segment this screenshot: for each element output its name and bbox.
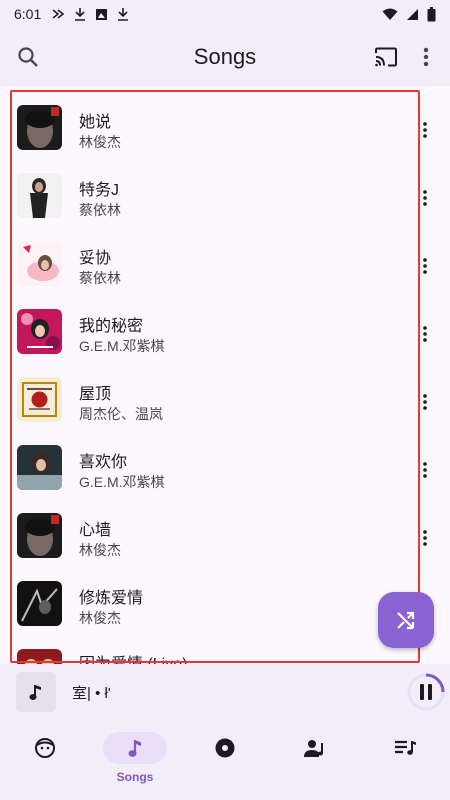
song-artist: G.E.M.邓紫棋	[79, 338, 165, 354]
song-more-button[interactable]	[416, 322, 434, 346]
song-more-button[interactable]	[416, 254, 434, 278]
nav-item-for-you[interactable]	[13, 732, 77, 788]
music-note-icon	[29, 685, 41, 700]
song-artist: 林俊杰	[79, 134, 121, 150]
more-vert-icon	[423, 122, 427, 138]
song-title: 屋顶	[79, 386, 112, 403]
pause-icon	[407, 673, 445, 711]
download-icon-2	[118, 8, 129, 21]
album-art	[17, 649, 62, 664]
nav-item-playlists[interactable]	[373, 732, 437, 788]
nav-label-songs: Songs	[116, 770, 154, 784]
top-app-bar: Songs	[0, 28, 450, 86]
nav-item-albums[interactable]	[193, 732, 257, 788]
cast-icon	[375, 47, 397, 67]
search-button[interactable]	[8, 37, 48, 77]
song-row[interactable]: 妥协 蔡依林	[0, 230, 450, 298]
download-icon	[75, 8, 86, 21]
face-icon	[35, 738, 55, 758]
mini-player-title: 室| • ł'	[72, 685, 111, 702]
bottom-navigation: Songs	[0, 720, 450, 800]
image-icon	[96, 8, 108, 20]
more-vert-icon	[423, 462, 427, 478]
cast-status-icon	[52, 9, 65, 19]
playlist-icon	[395, 740, 416, 755]
song-row[interactable]: 喜欢你 G.E.M.邓紫棋	[0, 434, 450, 502]
mini-player-art	[16, 672, 56, 712]
more-vert-icon	[423, 47, 429, 67]
album-art	[17, 581, 62, 626]
shuffle-button[interactable]	[378, 592, 434, 648]
song-more-button[interactable]	[416, 118, 434, 142]
song-row[interactable]: 她说 林俊杰	[0, 94, 450, 162]
music-note-icon	[128, 740, 141, 757]
more-vert-icon	[423, 394, 427, 410]
song-list[interactable]: 她说 林俊杰 特务J 蔡依林 妥协 蔡依林 我的秘密 G.E.M.邓紫棋 屋顶 …	[0, 86, 450, 664]
album-art	[17, 309, 62, 354]
notification-icons	[51, 7, 129, 21]
more-vert-icon	[423, 326, 427, 342]
song-title: 她说	[79, 114, 112, 131]
song-title: 因为爱情 (Live)	[79, 650, 187, 664]
song-artist: 周杰伦、温岚	[79, 406, 163, 422]
artist-icon	[304, 740, 323, 757]
album-art	[17, 445, 62, 490]
nav-item-artists[interactable]	[283, 732, 347, 788]
song-title: 心墙	[79, 522, 112, 539]
shuffle-icon	[397, 611, 415, 630]
search-icon	[18, 47, 38, 67]
battery-icon	[427, 6, 436, 21]
song-row[interactable]: 屋顶 周杰伦、温岚	[0, 366, 450, 434]
album-art	[17, 513, 62, 558]
song-artist: 蔡依林	[79, 270, 121, 286]
pause-button[interactable]	[406, 672, 446, 712]
song-title: 修炼爱情	[79, 590, 144, 607]
album-art	[17, 377, 62, 422]
album-art	[17, 105, 62, 150]
nav-item-songs[interactable]: Songs	[103, 732, 167, 788]
song-title: 我的秘密	[79, 318, 144, 335]
more-vert-icon	[423, 258, 427, 274]
status-time: 6:01	[14, 6, 42, 22]
song-title: 妥协	[79, 250, 112, 267]
song-title: 喜欢你	[79, 454, 128, 471]
song-row[interactable]: 特务J 蔡依林	[0, 162, 450, 230]
cast-button[interactable]	[366, 37, 406, 77]
song-artist: 林俊杰	[79, 542, 121, 558]
song-artist: 蔡依林	[79, 202, 121, 218]
album-art	[17, 173, 62, 218]
song-artist: 林俊杰	[79, 610, 121, 626]
more-vert-icon	[423, 190, 427, 206]
song-row[interactable]: 心墙 林俊杰	[0, 502, 450, 570]
song-more-button[interactable]	[416, 458, 434, 482]
status-bar: 6:01	[0, 0, 450, 28]
wifi-icon	[382, 8, 398, 20]
more-vert-icon	[423, 530, 427, 546]
song-more-button[interactable]	[416, 526, 434, 550]
album-art	[17, 241, 62, 286]
mini-player[interactable]: 室| • ł'	[0, 664, 450, 720]
song-row[interactable]: 我的秘密 G.E.M.邓紫棋	[0, 298, 450, 366]
system-status-icons	[382, 6, 436, 22]
signal-icon	[407, 8, 418, 20]
song-artist: G.E.M.邓紫棋	[79, 474, 165, 490]
song-more-button[interactable]	[416, 186, 434, 210]
album-icon	[215, 738, 235, 758]
song-title: 特务J	[79, 182, 120, 199]
song-more-button[interactable]	[416, 390, 434, 414]
overflow-menu-button[interactable]	[408, 37, 444, 77]
